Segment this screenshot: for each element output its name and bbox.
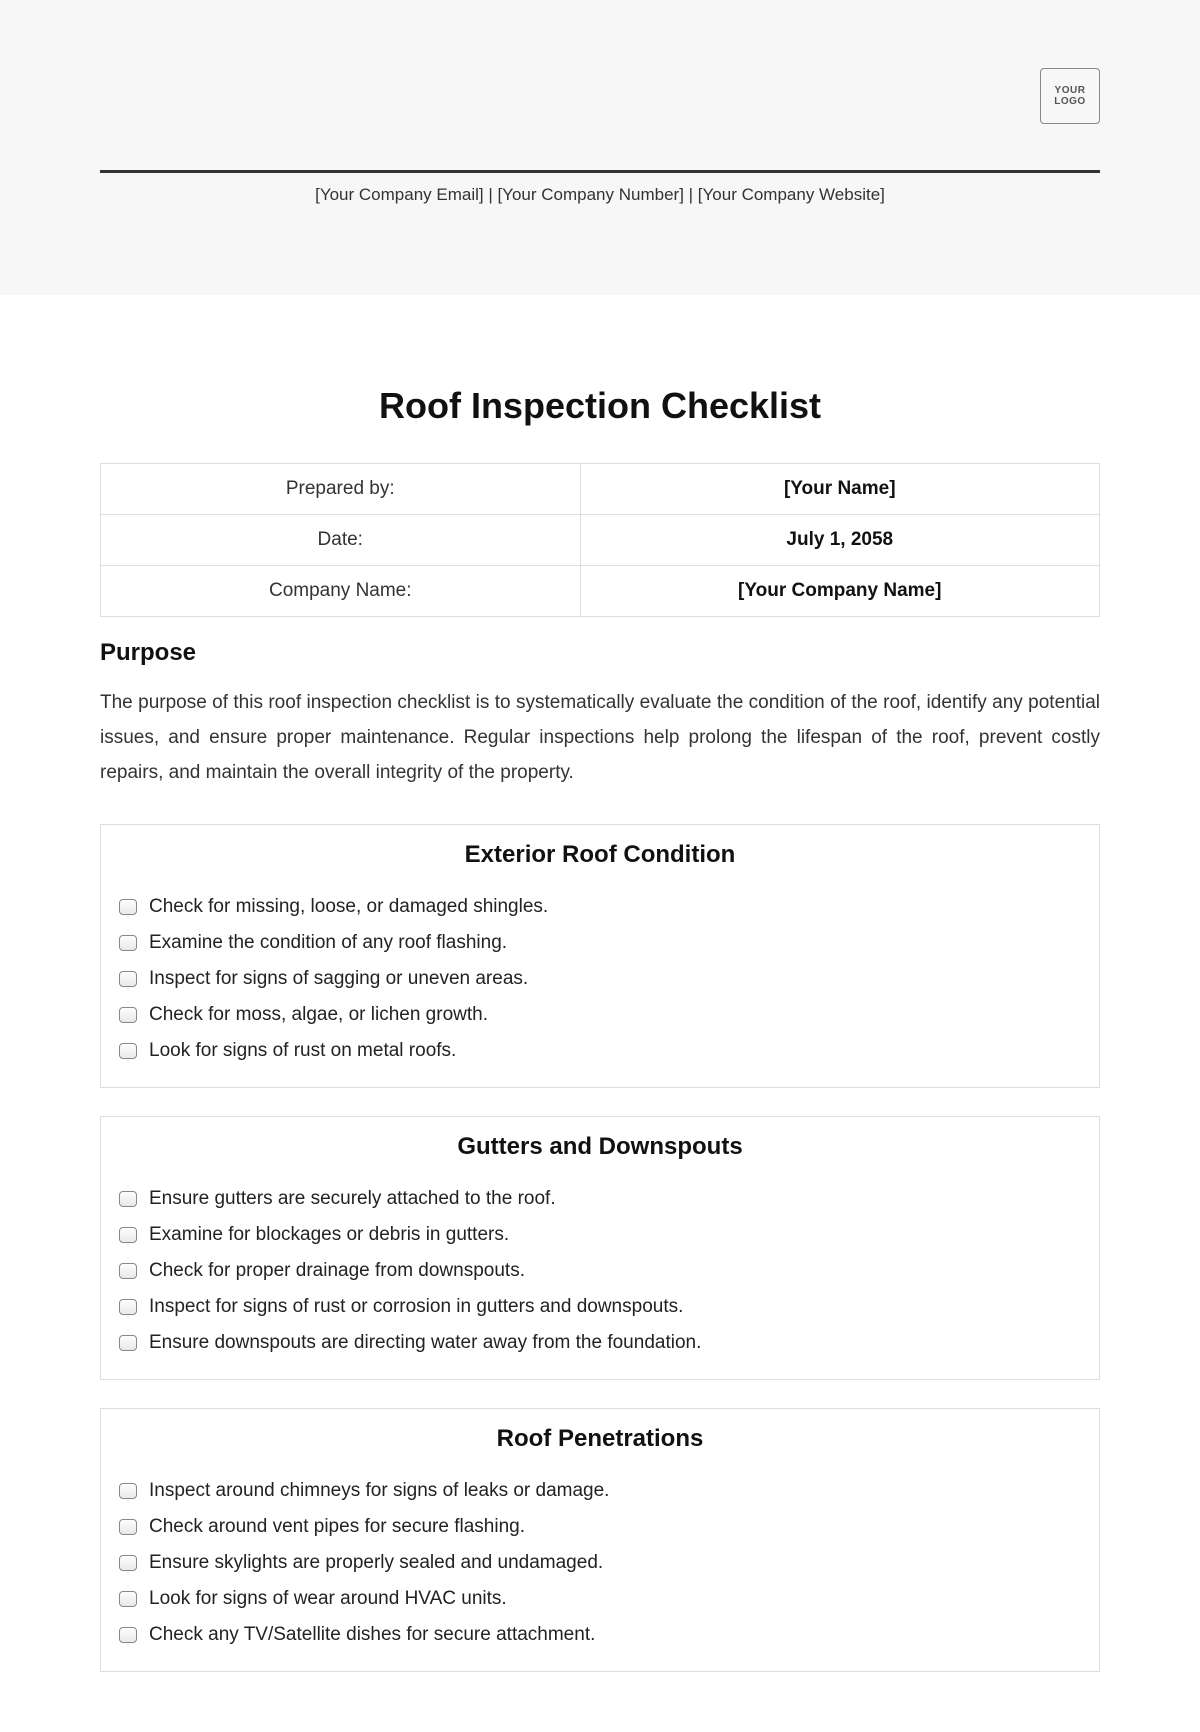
list-item: Ensure skylights are properly sealed and… [119, 1545, 1081, 1581]
item-label: Check any TV/Satellite dishes for secure… [149, 1624, 595, 1646]
checkbox[interactable] [119, 1191, 137, 1207]
item-label: Check for moss, algae, or lichen growth. [149, 1004, 488, 1026]
document-header: YOUR LOGO [Your Company Email] | [Your C… [0, 0, 1200, 295]
checkbox[interactable] [119, 1299, 137, 1315]
meta-value: July 1, 2058 [580, 515, 1099, 566]
table-row: Prepared by: [Your Name] [101, 464, 1100, 515]
meta-value: [Your Company Name] [580, 566, 1099, 617]
item-label: Ensure gutters are securely attached to … [149, 1188, 556, 1210]
contact-info: [Your Company Email] | [Your Company Num… [100, 185, 1100, 205]
list-item: Inspect around chimneys for signs of lea… [119, 1473, 1081, 1509]
item-label: Check for proper drainage from downspout… [149, 1260, 525, 1282]
item-label: Inspect around chimneys for signs of lea… [149, 1480, 609, 1502]
item-label: Ensure downspouts are directing water aw… [149, 1332, 701, 1354]
meta-label: Prepared by: [101, 464, 581, 515]
meta-label: Company Name: [101, 566, 581, 617]
section-items: Check for missing, loose, or damaged shi… [101, 889, 1099, 1087]
section-items: Ensure gutters are securely attached to … [101, 1181, 1099, 1379]
checkbox[interactable] [119, 1043, 137, 1059]
checkbox[interactable] [119, 1519, 137, 1535]
meta-value: [Your Name] [580, 464, 1099, 515]
purpose-heading: Purpose [100, 639, 1100, 667]
item-label: Check around vent pipes for secure flash… [149, 1516, 525, 1538]
table-row: Date: July 1, 2058 [101, 515, 1100, 566]
section-title: Gutters and Downspouts [101, 1117, 1099, 1181]
checkbox[interactable] [119, 971, 137, 987]
list-item: Inspect for signs of sagging or uneven a… [119, 961, 1081, 997]
checkbox[interactable] [119, 1227, 137, 1243]
checklist-section-penetrations: Roof Penetrations Inspect around chimney… [100, 1408, 1100, 1672]
list-item: Examine the condition of any roof flashi… [119, 925, 1081, 961]
logo-placeholder: YOUR LOGO [1040, 68, 1100, 124]
section-title: Exterior Roof Condition [101, 825, 1099, 889]
list-item: Look for signs of wear around HVAC units… [119, 1581, 1081, 1617]
checkbox[interactable] [119, 1555, 137, 1571]
list-item: Ensure gutters are securely attached to … [119, 1181, 1081, 1217]
checkbox[interactable] [119, 1263, 137, 1279]
checkbox[interactable] [119, 1591, 137, 1607]
checkbox[interactable] [119, 1335, 137, 1351]
item-label: Look for signs of rust on metal roofs. [149, 1040, 456, 1062]
list-item: Check around vent pipes for secure flash… [119, 1509, 1081, 1545]
item-label: Look for signs of wear around HVAC units… [149, 1588, 507, 1610]
document-title: Roof Inspection Checklist [100, 385, 1100, 427]
item-label: Inspect for signs of rust or corrosion i… [149, 1296, 683, 1318]
list-item: Check for missing, loose, or damaged shi… [119, 889, 1081, 925]
list-item: Look for signs of rust on metal roofs. [119, 1033, 1081, 1069]
checkbox[interactable] [119, 1007, 137, 1023]
section-items: Inspect around chimneys for signs of lea… [101, 1473, 1099, 1671]
meta-label: Date: [101, 515, 581, 566]
checkbox[interactable] [119, 935, 137, 951]
checkbox[interactable] [119, 1627, 137, 1643]
checklist-section-gutters: Gutters and Downspouts Ensure gutters ar… [100, 1116, 1100, 1380]
checkbox[interactable] [119, 1483, 137, 1499]
checkbox[interactable] [119, 899, 137, 915]
item-label: Check for missing, loose, or damaged shi… [149, 896, 548, 918]
table-row: Company Name: [Your Company Name] [101, 566, 1100, 617]
header-divider [100, 170, 1100, 173]
document-body: Roof Inspection Checklist Prepared by: [… [0, 295, 1200, 1732]
section-title: Roof Penetrations [101, 1409, 1099, 1473]
purpose-text: The purpose of this roof inspection chec… [100, 685, 1100, 790]
item-label: Examine the condition of any roof flashi… [149, 932, 507, 954]
list-item: Ensure downspouts are directing water aw… [119, 1325, 1081, 1361]
list-item: Check any TV/Satellite dishes for secure… [119, 1617, 1081, 1653]
document-page: YOUR LOGO [Your Company Email] | [Your C… [0, 0, 1200, 1732]
list-item: Examine for blockages or debris in gutte… [119, 1217, 1081, 1253]
list-item: Inspect for signs of rust or corrosion i… [119, 1289, 1081, 1325]
meta-table: Prepared by: [Your Name] Date: July 1, 2… [100, 463, 1100, 617]
item-label: Ensure skylights are properly sealed and… [149, 1552, 603, 1574]
checklist-section-exterior: Exterior Roof Condition Check for missin… [100, 824, 1100, 1088]
item-label: Examine for blockages or debris in gutte… [149, 1224, 509, 1246]
item-label: Inspect for signs of sagging or uneven a… [149, 968, 528, 990]
list-item: Check for moss, algae, or lichen growth. [119, 997, 1081, 1033]
list-item: Check for proper drainage from downspout… [119, 1253, 1081, 1289]
